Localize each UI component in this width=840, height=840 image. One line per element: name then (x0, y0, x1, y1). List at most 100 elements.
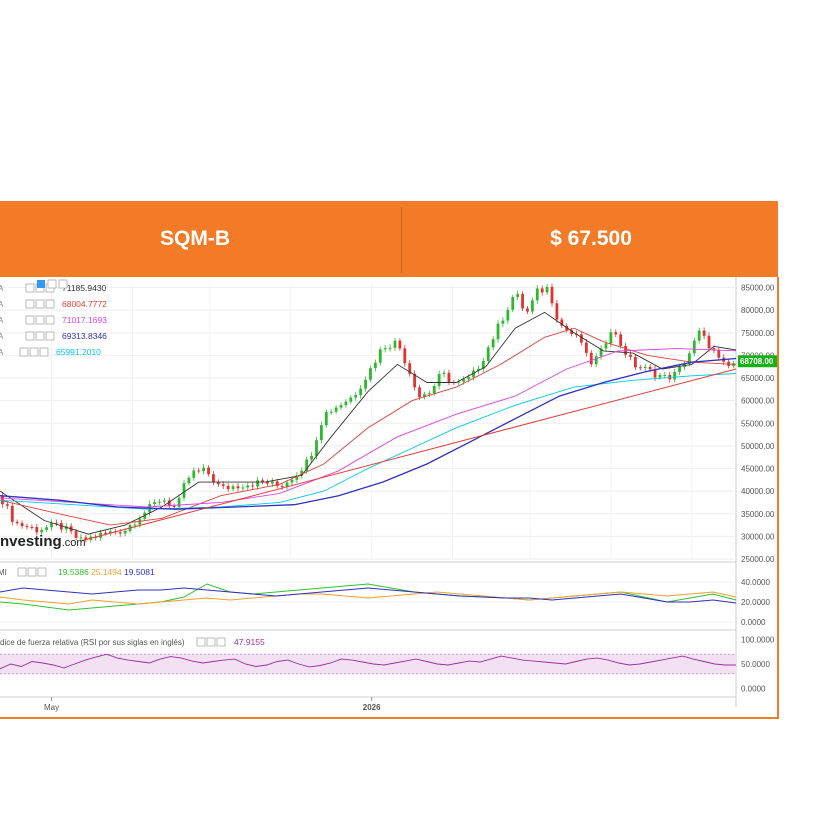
candle-body (290, 479, 294, 483)
candle-body (310, 455, 313, 460)
candle-body (584, 342, 588, 353)
legend-button (35, 315, 45, 325)
candle-body (643, 366, 647, 369)
candle-body (329, 411, 333, 413)
candle-body (221, 484, 225, 486)
legend-button (39, 347, 49, 357)
candle-body (521, 293, 524, 309)
candle-body (526, 308, 529, 312)
candle-body (491, 339, 495, 348)
y-tick-label: 25000.00 (741, 555, 775, 564)
indicator-legend: MI 19.5386 25.1494 19.5081 (0, 567, 155, 577)
legend-button (196, 637, 206, 647)
legend-button (206, 637, 216, 647)
legend-button (25, 299, 35, 309)
candle-body (648, 366, 652, 370)
legend-button (27, 567, 37, 577)
legend-button (35, 299, 45, 309)
candle-body (594, 356, 598, 365)
candle-body (158, 501, 161, 503)
candle-body (555, 303, 559, 320)
candle-body (447, 372, 451, 383)
y-tick-label: 55000.00 (741, 419, 775, 428)
candle-body (354, 395, 358, 398)
candle-body (187, 477, 191, 484)
y-tick-label: 40000.00 (741, 487, 775, 496)
candle-body (212, 474, 215, 483)
candle-body (388, 347, 392, 349)
candle-body (241, 487, 245, 489)
y-tick-label: 60000.00 (741, 397, 775, 406)
legend-button (19, 347, 29, 357)
candle-body (231, 486, 235, 490)
candle-body (373, 362, 377, 369)
candle-body (202, 467, 206, 472)
candle-body (20, 523, 24, 527)
candle-body (35, 527, 39, 533)
candle-body (123, 530, 127, 534)
watermark-logo: nvesting.com (0, 533, 86, 550)
candle-body (437, 374, 441, 387)
legend-button (25, 331, 35, 341)
y-tick-label: 35000.00 (741, 510, 775, 519)
candle-body (540, 288, 544, 293)
candle-body (334, 407, 338, 412)
candle-body (349, 397, 353, 402)
candle-body (197, 470, 201, 472)
legend-value: 68004.7772 (62, 299, 107, 309)
legend-button (25, 315, 35, 325)
toolbar-button (47, 279, 57, 289)
candle-body (442, 372, 446, 375)
candle-body (315, 440, 318, 456)
candle-body (10, 505, 14, 522)
candle-body (40, 529, 44, 533)
candle-body (609, 332, 613, 344)
legend-button (216, 637, 226, 647)
legend-button (45, 331, 55, 341)
candle-body (511, 297, 515, 310)
candle-body (383, 348, 387, 350)
candle-body (25, 526, 29, 528)
settings-icon (37, 280, 45, 288)
candle-body (604, 343, 608, 349)
rsi-legend: dice de fuerza relativa (RSI por sus sig… (0, 637, 265, 647)
legend-button (45, 315, 55, 325)
y-tick-label: 30000.00 (741, 532, 775, 541)
indicator-label: MI (0, 568, 7, 577)
candle-body (378, 349, 382, 363)
candle-body (403, 348, 407, 364)
x-axis: May 2026 (0, 696, 736, 712)
ticker-label: SQM-B (160, 227, 230, 250)
candle-body (535, 288, 539, 301)
candle-body (162, 500, 166, 502)
rsi-label: dice de fuerza relativa (RSI por sus sig… (0, 638, 185, 647)
ma-legend: A 71185.9430 A 68004.7772 A 71017.1693 A 69313.… (0, 279, 107, 357)
candle-body (256, 480, 259, 487)
candle-body (467, 377, 470, 380)
legend-button (17, 567, 27, 577)
candle-body (702, 330, 706, 336)
header-divider (401, 207, 402, 273)
candle-body (707, 335, 711, 349)
candle-body (545, 286, 549, 293)
candle-body (506, 309, 510, 321)
candle-body (393, 340, 397, 348)
candle-body (692, 340, 696, 354)
candle-body (614, 332, 618, 335)
candle-body (717, 350, 721, 358)
candle-body (236, 486, 240, 489)
candle-body (226, 485, 230, 490)
x-tick-label: May (44, 703, 59, 712)
x-tick-label: 2026 (363, 703, 381, 712)
y-tick-label: 65000.00 (741, 374, 775, 383)
y-tick-label: 20.0000 (741, 598, 770, 607)
indicator-line (0, 587, 737, 604)
candle-body (629, 354, 632, 357)
legend-button (45, 299, 55, 309)
y-tick-label: 40.0000 (741, 578, 770, 587)
legend-marker: A (0, 300, 4, 309)
legend-button (29, 347, 39, 357)
candle-body (364, 379, 367, 389)
indicator-value: 19.5081 (124, 567, 155, 577)
rsi-panel: 100.0000 50.0000 0.0000 dice de fuerza rela… (0, 629, 775, 694)
